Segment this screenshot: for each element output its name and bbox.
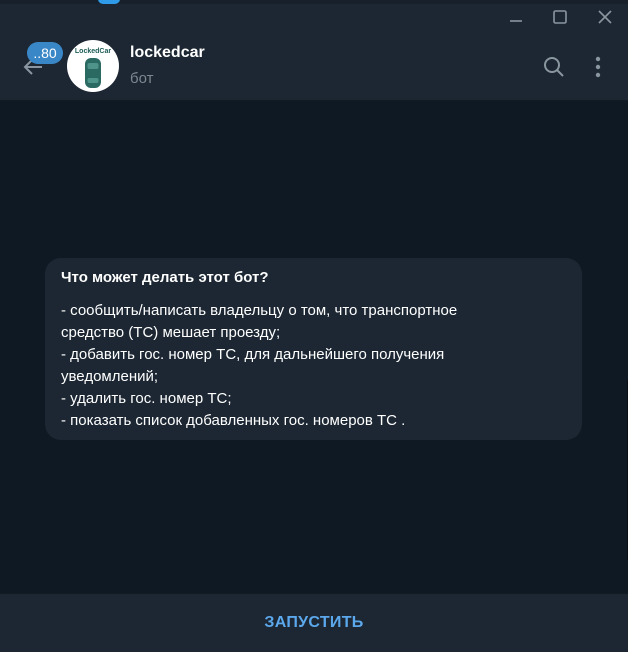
minimize-icon[interactable]: [505, 6, 527, 28]
avatar-logo-text: LockedCar: [74, 48, 112, 55]
chat-title[interactable]: lockedcar: [130, 44, 205, 62]
avatar[interactable]: LockedCar: [67, 40, 119, 92]
bot-info-line: - показать список добавленных гос. номер…: [61, 412, 406, 429]
car-logo-icon: [85, 58, 101, 88]
close-icon[interactable]: [594, 6, 616, 28]
bot-info-line: - сообщить/написать владельцу о том, что…: [61, 302, 458, 319]
taskbar-indicator: [98, 0, 120, 4]
window-titlebar: [0, 0, 628, 34]
start-button[interactable]: ЗАПУСТИТЬ: [0, 594, 628, 652]
titlebar-strip: [0, 0, 628, 4]
more-vertical-icon[interactable]: [585, 54, 611, 80]
bot-info-line: - добавить гос. номер ТС, для дальнейшег…: [61, 346, 445, 363]
chat-header: ..80 LockedCar lockedcar бот: [0, 34, 628, 101]
chat-status: бот: [130, 70, 154, 87]
maximize-icon[interactable]: [549, 6, 571, 28]
telegram-window: ..80 LockedCar lockedcar бот Что может д…: [0, 0, 628, 652]
bot-info-card: Что может делать этот бот? - сообщить/на…: [45, 258, 582, 440]
bottom-bar: ЗАПУСТИТЬ: [0, 593, 628, 652]
search-icon[interactable]: [541, 54, 567, 80]
bot-info-line: - удалить гос. номер ТС;: [61, 390, 232, 407]
bot-info-title: Что может делать этот бот?: [61, 269, 269, 286]
unread-count-badge: ..80: [27, 42, 63, 64]
bot-info-line: уведомлений;: [61, 368, 159, 385]
chat-area: Что может делать этот бот? - сообщить/на…: [0, 101, 628, 593]
bot-info-line: средство (ТС) мешает проезду;: [61, 324, 281, 341]
